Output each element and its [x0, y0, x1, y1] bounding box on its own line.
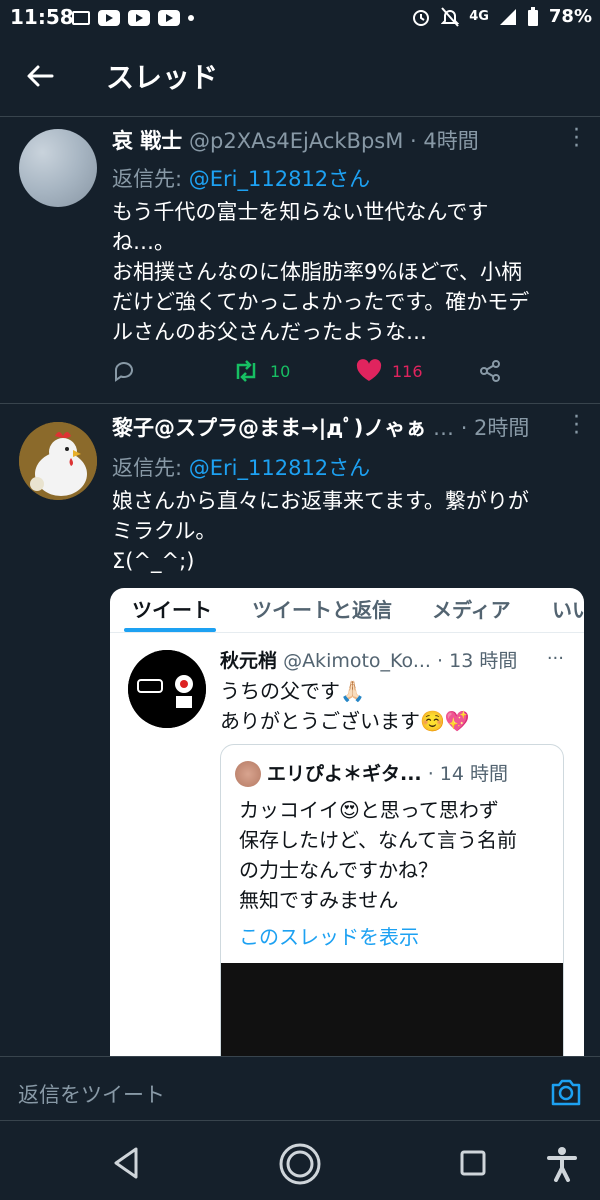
reply-icon: [115, 362, 133, 382]
reply-to-line: 返信先: @Eri_112812さん: [112, 452, 370, 482]
more-options-icon: ···: [546, 648, 564, 669]
signal-icon: [499, 8, 516, 25]
status-bar: 11:58 4G 78%: [0, 0, 600, 36]
illustration-avatar-icon: [128, 650, 206, 728]
like-count: 116: [392, 361, 423, 381]
timestamp[interactable]: · 2時間: [461, 416, 530, 440]
timestamp[interactable]: · 4時間: [410, 129, 479, 153]
accessibility-icon[interactable]: [546, 1146, 578, 1182]
alarm-icon: [413, 9, 430, 26]
retweet-count: 10: [270, 361, 291, 381]
tv-icon: [72, 11, 90, 25]
tweet-text-line: うちの父です🙏🏻: [220, 679, 365, 703]
tweet-text-line: 保存したけど、なんて言う名前: [239, 828, 517, 852]
youtube-icon: [128, 10, 150, 26]
display-name: エリぴよ＊ギタ...: [267, 763, 422, 785]
active-tab-indicator: [124, 628, 216, 632]
reply-to-line: 返信先: @Eri_112812さん: [112, 163, 370, 193]
quoted-tweet: エリぴよ＊ギタ... · 14 時間 カッコイイ😍と思って思わず 保存したけど、…: [220, 744, 564, 1058]
avatar[interactable]: [19, 422, 97, 500]
display-name: 秋元梢: [220, 650, 278, 672]
chicken-avatar-icon: [19, 422, 97, 500]
arrow-left-icon[interactable]: [24, 60, 56, 92]
tab-media: メディア: [432, 598, 511, 622]
tweet-actions: 10 116: [112, 359, 512, 389]
tweet[interactable]: 哀 戦士 @p2XAs4EjAckBpsM · 4時間 · · · 返信先: @Er…: [0, 117, 600, 404]
dot-icon: [188, 15, 194, 21]
tweet-header: 哀 戦士 @p2XAs4EjAckBpsM · 4時間: [112, 125, 562, 155]
timestamp: · 13 時間: [437, 650, 518, 672]
reply-input[interactable]: 返信をツイート: [18, 1079, 165, 1109]
tab-tweets: ツイート: [132, 598, 212, 622]
quoted-tweet-text: カッコイイ😍と思って思わず 保存したけど、なんて言う名前 の力士なんですかね？ …: [239, 795, 517, 915]
tab-likes: いい: [552, 598, 584, 622]
reply-to-mention[interactable]: @Eri_112812さん: [189, 167, 370, 191]
youtube-icon: [98, 10, 120, 26]
show-thread-link: このスレッドを表示: [239, 925, 419, 949]
recents-icon[interactable]: [460, 1150, 486, 1176]
tweet-text-line: だけど強くてかっこよかったです。確かモデ: [112, 290, 530, 314]
tab-tweets-and-replies: ツイートと返信: [252, 598, 392, 622]
embedded-tweet-header: 秋元梢 @Akimoto_Ko... · 13 時間: [220, 646, 517, 673]
share-icon: [480, 360, 500, 382]
share-button[interactable]: [478, 359, 502, 383]
mute-icon: [441, 6, 460, 27]
like-button[interactable]: 116: [356, 359, 423, 383]
name-ellipsis: …: [433, 416, 455, 440]
network-type: 4G: [469, 9, 489, 24]
tweet-text-line: Σ(^_^;): [112, 549, 195, 573]
retweet-icon: [236, 360, 256, 382]
tweet-text-line: お相撲さんなのに体脂肪率9%ほどで、小柄: [112, 260, 523, 284]
battery-level: 78%: [548, 6, 592, 27]
system-icons: 4G 78%: [411, 6, 592, 27]
attached-screenshot-image[interactable]: ツイート ツイートと返信 メディア いい 秋元梢 @Akimoto_Ko... …: [110, 588, 584, 1058]
profile-tabs: ツイート ツイートと返信 メディア いい: [110, 588, 584, 633]
notification-icons: [72, 10, 194, 26]
reply-composer-bar[interactable]: 返信をツイート: [0, 1056, 600, 1129]
heart-icon: [356, 359, 382, 381]
tweet-text-line: カッコイイ😍と思って思わず: [239, 798, 499, 822]
tweet-text-line: ありがとうございます☺️💖: [220, 709, 470, 733]
avatar: [235, 761, 261, 787]
retweet-button[interactable]: 10: [232, 359, 290, 383]
tweet-text-line: ミラクル。: [112, 519, 217, 543]
tweet-text-line: ね…。: [112, 230, 175, 254]
youtube-icon: [158, 10, 180, 26]
home-icon[interactable]: [278, 1142, 322, 1186]
tweet-text-line: ルさんのお父さんだったような…: [112, 320, 427, 344]
reply-button[interactable]: [112, 359, 136, 383]
display-name[interactable]: 哀 戦士: [112, 129, 182, 153]
display-name[interactable]: 黎子@スプラ@まま→|дﾟ)ノゃぁ: [112, 416, 426, 440]
quoted-media: [221, 963, 563, 1058]
handle: @Akimoto_Ko...: [283, 650, 431, 672]
system-navigation-bar: [0, 1128, 600, 1200]
status-time: 11:58: [10, 5, 74, 29]
reply-label: 返信先:: [112, 456, 189, 480]
page-title: スレッド: [106, 61, 219, 94]
tweet-text: もう千代の富士を知らない世代なんです ね…。 お相撲さんなのに体脂肪率9%ほどで…: [112, 197, 572, 347]
more-options-icon[interactable]: · · ·: [573, 407, 580, 445]
more-options-icon[interactable]: · · ·: [573, 120, 580, 158]
reply-label: 返信先:: [112, 167, 189, 191]
timestamp: · 14 時間: [427, 763, 508, 785]
tweet-text-line: もう千代の富士を知らない世代なんです: [112, 200, 489, 224]
avatar[interactable]: [19, 129, 97, 207]
avatar: [128, 650, 206, 728]
embedded-tweet-text: うちの父です🙏🏻 ありがとうございます☺️💖: [220, 676, 470, 736]
tweet-header: 黎子@スプラ@まま→|дﾟ)ノゃぁ … · 2時間: [112, 412, 562, 442]
reply-to-mention[interactable]: @Eri_112812さん: [189, 456, 370, 480]
handle[interactable]: @p2XAs4EjAckBpsM: [189, 129, 403, 153]
tweet-text-line: 無知ですみません: [239, 888, 399, 912]
battery-icon: [527, 6, 538, 26]
divider: [0, 1120, 600, 1121]
tweet-text-line: の力士なんですかね？: [239, 858, 438, 882]
thread-header: スレッド: [0, 36, 600, 117]
tweet-text-line: 娘さんから直々にお返事来てます。繋がりが: [112, 489, 529, 513]
back-triangle-icon[interactable]: [112, 1146, 140, 1180]
tweet-text: 娘さんから直々にお返事来てます。繋がりが ミラクル。 Σ(^_^;): [112, 486, 572, 576]
quoted-tweet-header: エリぴよ＊ギタ... · 14 時間: [267, 759, 508, 786]
camera-icon[interactable]: [550, 1077, 582, 1107]
